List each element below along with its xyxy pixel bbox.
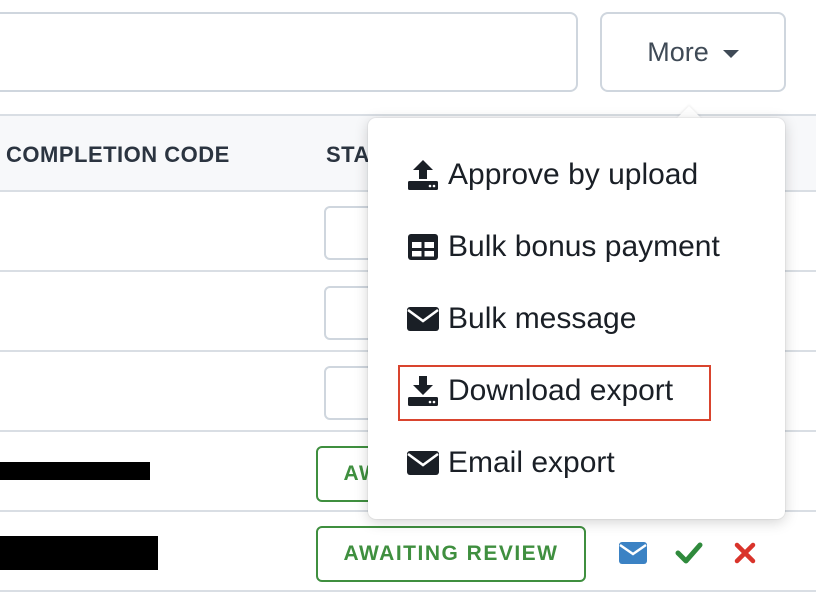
row-actions (618, 538, 760, 568)
message-envelope-icon[interactable] (618, 538, 648, 568)
table-icon (406, 230, 440, 264)
search-input[interactable] (0, 12, 578, 92)
reject-x-icon[interactable] (730, 538, 760, 568)
envelope-icon (406, 302, 440, 336)
status-badge: AWAITING REVIEW (316, 526, 586, 582)
column-header-completion-code[interactable]: COMPLETION CODE (6, 142, 230, 168)
download-icon (406, 374, 440, 408)
menu-item-download-export[interactable]: Download export (406, 363, 673, 419)
menu-item-label: Bulk message (448, 302, 637, 335)
menu-item-bulk-bonus-payment[interactable]: Bulk bonus payment (406, 219, 720, 275)
menu-item-label: Email export (448, 446, 615, 479)
more-dropdown-menu: Approve by upload Bulk bonus payment Bul… (368, 118, 785, 519)
menu-item-label: Bulk bonus payment (448, 230, 720, 263)
approve-check-icon[interactable] (674, 538, 704, 568)
more-button[interactable]: More (600, 12, 786, 92)
menu-item-email-export[interactable]: Email export (406, 435, 615, 491)
menu-item-approve-by-upload[interactable]: Approve by upload (406, 147, 698, 203)
redacted-completion-code (0, 536, 158, 570)
upload-icon (406, 158, 440, 192)
more-button-label: More (647, 36, 709, 67)
table-row: AWAITING REVIEW (0, 512, 816, 592)
envelope-icon (406, 446, 440, 480)
caret-down-icon (722, 49, 739, 58)
menu-item-label: Approve by upload (448, 158, 699, 191)
redacted-completion-code (0, 462, 150, 480)
menu-item-label: Download export (448, 374, 674, 407)
menu-item-bulk-message[interactable]: Bulk message (406, 291, 636, 347)
